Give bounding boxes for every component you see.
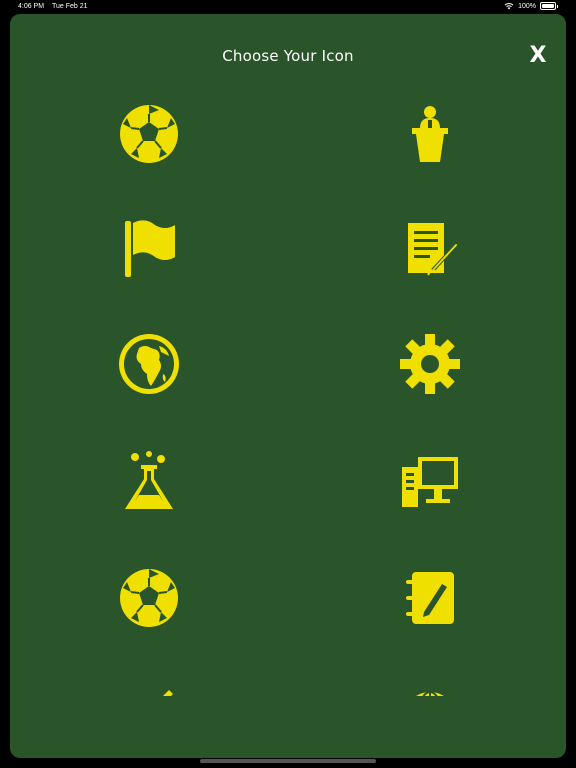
close-button[interactable]: X	[524, 42, 552, 70]
icon-option-flask[interactable]	[109, 441, 189, 521]
wifi-icon	[504, 3, 514, 10]
icon-option-soccer-ball[interactable]	[109, 94, 189, 174]
status-indicators: 100%	[504, 2, 558, 10]
page-title: Choose Your Icon	[222, 47, 354, 65]
icon-option-globe-africa[interactable]	[109, 324, 189, 404]
icon-option-document[interactable]	[390, 209, 470, 289]
flag-icon	[125, 220, 175, 277]
icon-option-soccer-ball-2[interactable]	[109, 558, 189, 638]
pencil-icon	[163, 690, 173, 696]
icon-option-gear[interactable]	[390, 324, 470, 404]
icon-picker-sheet: Choose Your Icon X	[10, 14, 566, 758]
status-date: Tue Feb 21	[52, 3, 88, 10]
soccer-ball-icon	[120, 105, 178, 163]
document-signature-icon	[408, 223, 459, 276]
battery-icon	[540, 2, 558, 10]
science-flask-icon	[125, 451, 173, 509]
icon-option-speaker[interactable]	[390, 94, 470, 174]
globe-icon	[416, 691, 444, 696]
speaker-podium-icon	[412, 106, 448, 162]
icon-option-computer[interactable]	[390, 441, 470, 521]
status-bar: 4:06 PM Tue Feb 21 100%	[0, 0, 576, 14]
notebook-pen-icon	[406, 572, 454, 624]
battery-percent: 100%	[518, 2, 536, 10]
icon-grid	[10, 84, 566, 696]
icon-option-globe[interactable]	[390, 674, 470, 696]
home-indicator[interactable]	[200, 759, 376, 763]
icon-option-pencil[interactable]	[109, 674, 189, 696]
globe-africa-icon	[119, 334, 179, 394]
icon-option-notebook[interactable]	[390, 558, 470, 638]
soccer-ball-icon	[120, 569, 178, 627]
icon-option-flag[interactable]	[109, 209, 189, 289]
status-time: 4:06 PM	[18, 3, 45, 10]
desktop-computer-icon	[402, 457, 458, 507]
gear-icon	[400, 334, 460, 394]
